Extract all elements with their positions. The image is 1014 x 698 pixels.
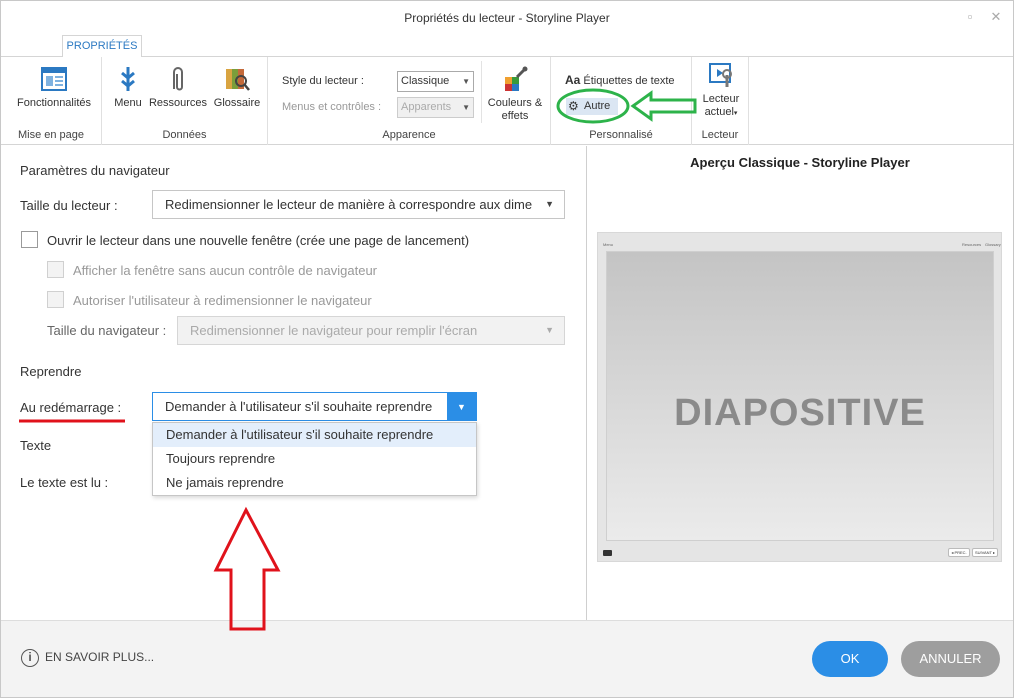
- en-savoir-plus-link[interactable]: i EN SAVOIR PLUS...: [21, 649, 154, 667]
- info-icon: i: [21, 649, 39, 667]
- player-wrench-icon: [709, 63, 732, 87]
- autoriser-redimensionner-checkbox[interactable]: [47, 291, 64, 308]
- dialog-footer: i EN SAVOIR PLUS... OK ANNULER: [1, 620, 1013, 697]
- slide-text: DIAPOSITIVE: [674, 392, 926, 434]
- lecteur-actuel-button[interactable]: Lecteur actuel▾: [696, 61, 746, 120]
- properties-dialog: Propriétés du lecteur - Storyline Player…: [0, 0, 1014, 698]
- paperclip-icon: [173, 67, 183, 91]
- style-lecteur-label: Style du lecteur :: [282, 75, 364, 87]
- menus-controles-value: Apparents: [401, 101, 452, 113]
- layout-icon: [41, 67, 67, 91]
- fonctionnalites-label: Fonctionnalités: [17, 97, 91, 109]
- title-bar: Propriétés du lecteur - Storyline Player…: [1, 1, 1013, 33]
- ribbon-tabstrip: PROPRIÉTÉS: [1, 33, 1013, 58]
- close-icon[interactable]: ✕: [989, 10, 1003, 24]
- group-label-lecteur: Lecteur: [701, 129, 739, 141]
- glossaire-button[interactable]: Glossaire: [210, 65, 264, 110]
- taille-lecteur-select[interactable]: Redimensionner le lecteur de manière à c…: [152, 190, 565, 219]
- color-dropper-icon: [505, 66, 528, 91]
- menu-label: Menu: [114, 97, 142, 109]
- etiquettes-texte-label: Étiquettes de texte: [583, 75, 675, 87]
- window-title: Propriétés du lecteur - Storyline Player: [404, 11, 610, 25]
- caption-icon: [603, 550, 612, 556]
- taille-navigateur-label: Taille du navigateur :: [47, 323, 167, 338]
- menu-option-demander[interactable]: Demander à l'utilisateur s'il souhaite r…: [153, 423, 476, 447]
- afficher-sans-controle-label: Afficher la fenêtre sans aucun contrôle …: [73, 263, 378, 278]
- taille-navigateur-select[interactable]: Redimensionner le navigateur pour rempli…: [177, 316, 565, 345]
- au-redemarrage-menu: Demander à l'utilisateur s'il souhaite r…: [152, 422, 477, 496]
- menu-option-toujours[interactable]: Toujours reprendre: [153, 447, 476, 471]
- chevron-down-icon: ▾: [733, 110, 738, 117]
- maximize-icon[interactable]: ▫: [963, 10, 977, 24]
- au-redemarrage-value: Demander à l'utilisateur s'il souhaite r…: [165, 399, 433, 414]
- group-label-apparence: Apparence: [382, 129, 436, 141]
- chevron-down-icon: ▼: [462, 103, 470, 112]
- preview-slide: DIAPOSITIVE: [606, 251, 994, 541]
- preview-next-button: SUIVANT ▸: [972, 548, 998, 557]
- text-aa-icon: Aa: [565, 73, 581, 87]
- group-label-donnees: Données: [162, 129, 207, 141]
- gear-icon: ⚙: [568, 99, 579, 113]
- menu-tree-icon: [121, 67, 135, 91]
- ouvrir-nouvelle-fenetre-checkbox[interactable]: [21, 231, 38, 248]
- group-label-mise-en-page: Mise en page: [17, 129, 85, 141]
- texte-lu-label: Le texte est lu :: [20, 475, 109, 490]
- style-lecteur-value: Classique: [401, 75, 450, 87]
- ok-button[interactable]: OK: [812, 641, 888, 677]
- en-savoir-plus-label: EN SAVOIR PLUS...: [45, 650, 155, 665]
- settings-pane: Paramètres du navigateur Taille du lecte…: [1, 146, 585, 620]
- preview-prev-button: ◂ PREC.: [948, 548, 970, 557]
- lecteur-label: Lecteur: [702, 93, 740, 105]
- group-apparence: Style du lecteur : Classique ▼ Menus et …: [268, 57, 551, 145]
- chevron-down-icon: ▼: [462, 77, 470, 86]
- afficher-sans-controle-checkbox[interactable]: [47, 261, 64, 278]
- couleurs-label: Couleurs &: [487, 97, 543, 109]
- glossaire-label: Glossaire: [213, 97, 261, 109]
- etiquettes-texte-button[interactable]: Aa Étiquettes de texte: [565, 73, 675, 87]
- fonctionnalites-button[interactable]: Fonctionnalités: [10, 65, 98, 110]
- glossary-book-icon: [226, 69, 250, 91]
- menus-controles-label: Menus et contrôles :: [282, 101, 382, 113]
- au-redemarrage-label: Au redémarrage :: [20, 400, 122, 415]
- menus-controles-select[interactable]: Apparents ▼: [397, 97, 474, 118]
- group-lecteur: Lecteur actuel▾ Lecteur: [692, 57, 749, 145]
- menu-button[interactable]: Menu: [108, 65, 148, 110]
- group-mise-en-page: Fonctionnalités Mise en page: [1, 57, 102, 145]
- dropdown-arrow-button[interactable]: ▼: [447, 393, 476, 420]
- ressources-label: Ressources: [148, 97, 208, 109]
- autre-button[interactable]: ⚙ Autre: [566, 98, 618, 115]
- style-lecteur-select[interactable]: Classique ▼: [397, 71, 474, 92]
- preview-resources-label: Resources: [962, 242, 982, 247]
- annuler-button[interactable]: ANNULER: [901, 641, 1000, 677]
- group-label-personnalise: Personnalisé: [589, 129, 653, 141]
- tab-proprietes[interactable]: PROPRIÉTÉS: [62, 35, 142, 58]
- chevron-down-icon: ▼: [545, 199, 554, 209]
- preview-pane: Aperçu Classique - Storyline Player Menu…: [586, 146, 1013, 620]
- section-reprendre-title: Reprendre: [20, 364, 82, 379]
- effets-label: effets: [501, 110, 529, 122]
- preview-title: Aperçu Classique - Storyline Player: [690, 155, 910, 170]
- taille-navigateur-value: Redimensionner le navigateur pour rempli…: [190, 323, 478, 338]
- preview-menu-label: Menu: [603, 242, 614, 247]
- autoriser-redimensionner-label: Autoriser l'utilisateur à redimensionner…: [73, 293, 372, 308]
- chevron-down-icon: ▼: [545, 325, 554, 335]
- ribbon: Fonctionnalités Mise en page Menu Ressou…: [1, 57, 1013, 145]
- au-redemarrage-select[interactable]: Demander à l'utilisateur s'il souhaite r…: [152, 392, 477, 421]
- taille-lecteur-value: Redimensionner le lecteur de manière à c…: [165, 197, 533, 212]
- menu-option-jamais[interactable]: Ne jamais reprendre: [153, 471, 476, 495]
- ouvrir-nouvelle-fenetre-label: Ouvrir le lecteur dans une nouvelle fenê…: [47, 233, 470, 248]
- group-donnees: Menu Ressources Glossaire Données: [102, 57, 268, 145]
- preview-glossary-label: Glossary: [985, 242, 1001, 247]
- section-navigateur-title: Paramètres du navigateur: [20, 163, 170, 178]
- ressources-button[interactable]: Ressources: [148, 65, 208, 110]
- player-preview: Menu Resources Glossary DIAPOSITIVE ◂ PR…: [597, 232, 1002, 562]
- chevron-down-icon: ▼: [457, 402, 466, 412]
- autre-label: Autre: [584, 100, 611, 112]
- taille-lecteur-label: Taille du lecteur :: [20, 198, 118, 213]
- section-texte-title: Texte: [20, 438, 52, 453]
- actuel-label: actuel: [704, 106, 734, 118]
- couleurs-effets-button[interactable]: Couleurs & effets: [482, 65, 548, 123]
